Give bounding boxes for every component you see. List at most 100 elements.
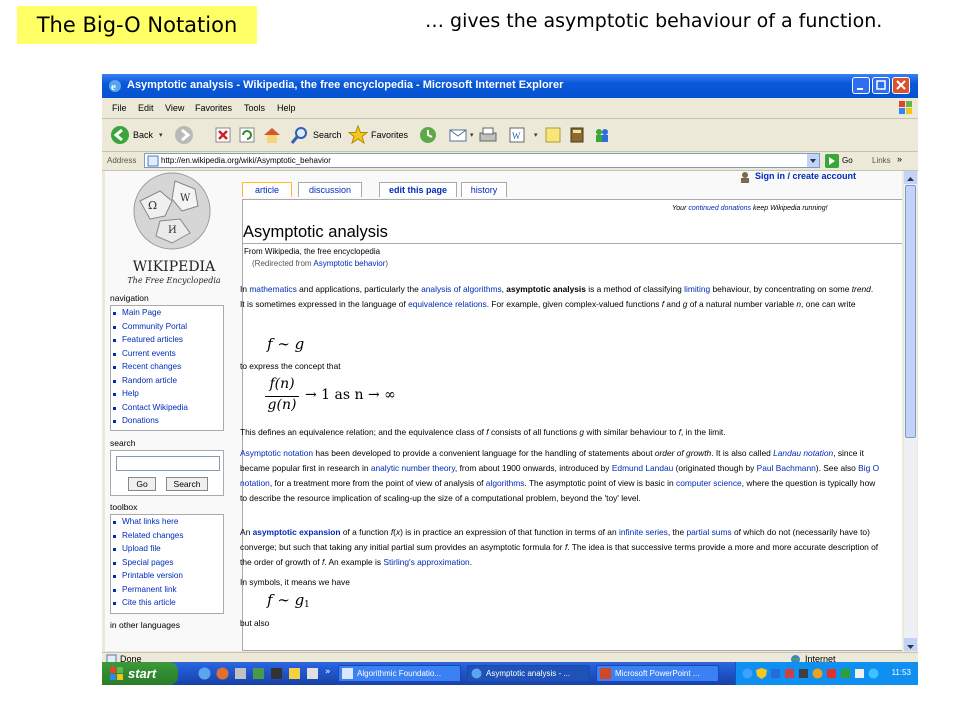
- menu-file[interactable]: File: [112, 103, 127, 113]
- wiki-link[interactable]: equivalence relations: [408, 299, 487, 309]
- scroll-thumb[interactable]: [905, 185, 916, 438]
- quicklaunch-icon-6[interactable]: [288, 667, 301, 680]
- tray-shield-icon[interactable]: [756, 668, 767, 679]
- tool-special-pages[interactable]: Special pages: [112, 558, 173, 567]
- task-algorithmic-foundations[interactable]: Algorithmic Foundatio...: [338, 665, 461, 682]
- quicklaunch-icon-3[interactable]: [234, 667, 247, 680]
- chevron-right-icon[interactable]: »: [897, 154, 902, 164]
- print-button[interactable]: [478, 124, 498, 146]
- wiki-link[interactable]: Stirling's approximation: [383, 557, 469, 567]
- window-titlebar[interactable]: e Asymptotic analysis - Wikipedia, the f…: [102, 74, 918, 98]
- tab-history[interactable]: history: [461, 182, 507, 197]
- wiki-link[interactable]: algorithms: [486, 478, 525, 488]
- address-input[interactable]: http://en.wikipedia.org/wiki/Asymptotic_…: [144, 153, 820, 168]
- maximize-button[interactable]: [872, 77, 890, 94]
- tab-edit-this-page[interactable]: edit this page: [379, 182, 457, 197]
- wiki-link[interactable]: Landau notation: [773, 448, 833, 458]
- nav-current-events[interactable]: Current events: [113, 349, 176, 358]
- sign-in-link[interactable]: Sign in / create account: [755, 171, 856, 181]
- quicklaunch-icon-5[interactable]: [270, 667, 283, 680]
- tool-upload-file[interactable]: Upload file: [113, 544, 161, 553]
- menu-edit[interactable]: Edit: [138, 103, 154, 113]
- search-button[interactable]: Search: [290, 124, 342, 146]
- tray-icon-6[interactable]: [812, 668, 823, 679]
- nav-recent-changes[interactable]: Recent changes: [112, 362, 181, 371]
- start-button[interactable]: start: [102, 662, 178, 685]
- back-button[interactable]: Back ▾: [110, 124, 163, 146]
- wiki-go-button[interactable]: Go: [128, 477, 156, 491]
- wiki-link[interactable]: Asymptotic notation: [240, 448, 313, 458]
- wiki-search-button[interactable]: Search: [166, 477, 208, 491]
- tool-cite-this-article[interactable]: Cite this article: [113, 598, 176, 607]
- stop-button[interactable]: [214, 124, 232, 146]
- tray-icon-8[interactable]: [840, 668, 851, 679]
- mail-button[interactable]: ▾: [448, 124, 474, 146]
- task-powerpoint[interactable]: Microsoft PowerPoint ...: [596, 665, 719, 682]
- nav-main-page[interactable]: Main Page: [112, 308, 161, 317]
- forward-button[interactable]: [174, 124, 194, 146]
- tray-icon-10[interactable]: [868, 668, 879, 679]
- wiki-link[interactable]: analysis of algorithms: [421, 284, 502, 294]
- nav-contact-wikipedia[interactable]: Contact Wikipedia: [113, 403, 188, 412]
- tool-what-links-here[interactable]: What links here: [112, 517, 178, 526]
- close-button[interactable]: [892, 77, 910, 94]
- menu-favorites[interactable]: Favorites: [195, 103, 232, 113]
- links-button[interactable]: Links: [872, 156, 891, 165]
- tray-icon-9[interactable]: [854, 668, 865, 679]
- home-button[interactable]: [262, 124, 282, 146]
- wiki-link[interactable]: mathematics: [249, 284, 296, 294]
- wiki-link[interactable]: Edmund Landau: [612, 463, 673, 473]
- tool-printable-version[interactable]: Printable version: [113, 571, 183, 580]
- quicklaunch-icon-2[interactable]: [216, 667, 229, 680]
- quicklaunch-icon-4[interactable]: [252, 667, 265, 680]
- wikipedia-globe-logo[interactable]: Ω W И: [120, 171, 224, 255]
- nav-community-portal[interactable]: Community Portal: [112, 322, 187, 331]
- vertical-scrollbar[interactable]: [904, 171, 917, 651]
- wiki-link[interactable]: infinite series: [619, 527, 668, 537]
- minimize-button[interactable]: [852, 77, 870, 94]
- wiki-link[interactable]: limiting: [684, 284, 710, 294]
- wiki-link[interactable]: computer science: [676, 478, 742, 488]
- redirect-link[interactable]: Asymptotic behavior: [313, 259, 385, 268]
- tray-icon-4[interactable]: [784, 668, 795, 679]
- messenger-button[interactable]: [592, 124, 612, 146]
- nav-donations[interactable]: Donations: [113, 416, 159, 425]
- go-button[interactable]: Go: [825, 153, 853, 168]
- search-portlet: Go Search: [110, 450, 224, 496]
- text-run: with similar behaviour to: [584, 427, 679, 437]
- ie-quicklaunch-icon[interactable]: [198, 667, 211, 680]
- favorites-button[interactable]: Favorites: [348, 124, 408, 146]
- task-asymptotic-analysis[interactable]: Asymptotic analysis - ...: [467, 665, 590, 682]
- research-button[interactable]: [568, 124, 586, 146]
- donation-link[interactable]: continued donations: [688, 205, 751, 212]
- history-button[interactable]: [418, 124, 438, 146]
- discuss-button[interactable]: [544, 124, 562, 146]
- scroll-up-arrow-icon[interactable]: [904, 171, 917, 184]
- tray-icon-5[interactable]: [798, 668, 809, 679]
- wiki-link[interactable]: analytic number theory: [371, 463, 455, 473]
- wiki-link[interactable]: asymptotic expansion: [253, 527, 341, 537]
- quicklaunch-icon-7[interactable]: [306, 667, 319, 680]
- tray-icon-3[interactable]: [770, 668, 781, 679]
- wiki-link[interactable]: Paul Bachmann: [757, 463, 816, 473]
- scroll-down-arrow-icon[interactable]: [904, 638, 917, 651]
- tray-icon-7[interactable]: [826, 668, 837, 679]
- tab-article[interactable]: article: [242, 182, 292, 197]
- menu-view[interactable]: View: [165, 103, 184, 113]
- tray-icon-1[interactable]: [742, 668, 753, 679]
- tool-related-changes[interactable]: Related changes: [112, 531, 183, 540]
- address-dropdown-button[interactable]: [807, 154, 819, 167]
- menu-help[interactable]: Help: [277, 103, 296, 113]
- tab-discussion[interactable]: discussion: [298, 182, 362, 197]
- edit-word-button[interactable]: W ▾: [508, 124, 538, 146]
- nav-help[interactable]: Help: [113, 389, 139, 398]
- nav-featured-articles[interactable]: Featured articles: [113, 335, 183, 344]
- refresh-button[interactable]: [238, 124, 256, 146]
- quicklaunch-more-icon[interactable]: »: [325, 667, 331, 677]
- tool-permanent-link[interactable]: Permanent link: [113, 585, 177, 594]
- menu-tools[interactable]: Tools: [244, 103, 265, 113]
- wiki-link[interactable]: partial sums: [686, 527, 731, 537]
- wiki-search-input[interactable]: [116, 456, 220, 471]
- web-page: Ω W И WIKIPEDIA The Free Encyclopedia na…: [105, 171, 902, 651]
- nav-random-article[interactable]: Random article: [112, 376, 177, 385]
